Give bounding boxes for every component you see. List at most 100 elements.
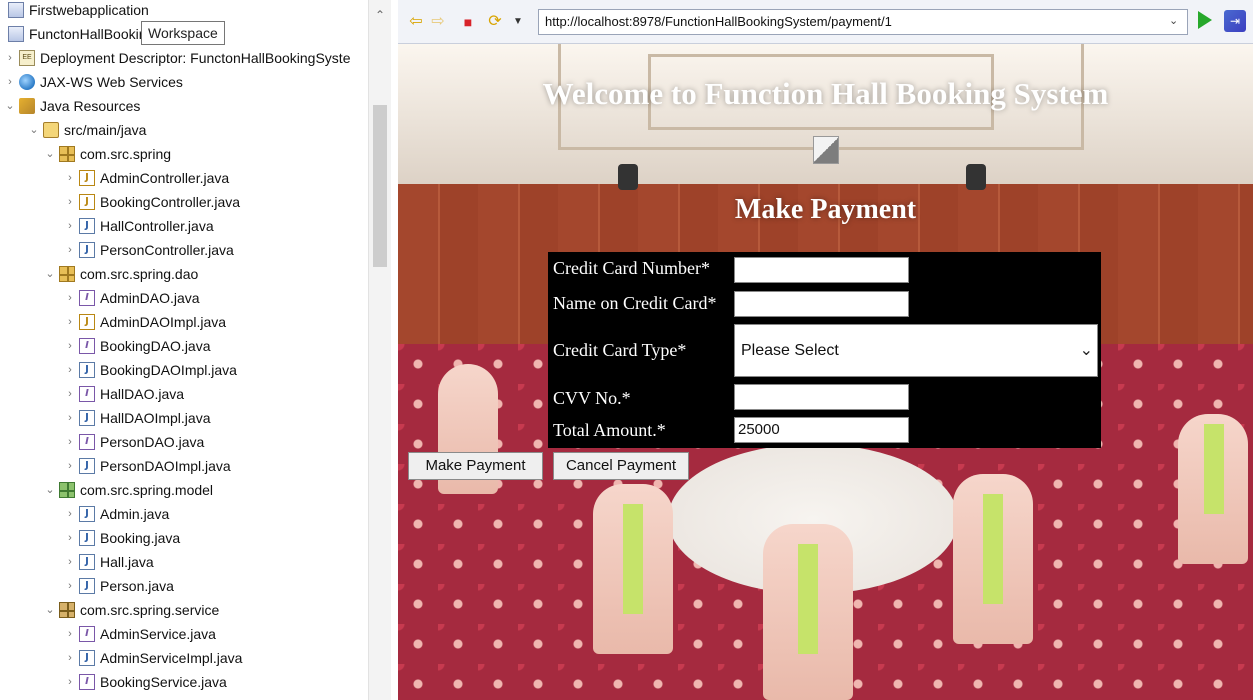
back-arrow-icon[interactable]: ⇦ — [406, 12, 426, 32]
chevron-right-icon[interactable]: › — [64, 382, 76, 406]
card-number-input[interactable] — [734, 257, 909, 283]
tree-item-label: BookingController.java — [100, 194, 241, 210]
tree-item-firstwebapplication[interactable]: Firstwebapplication — [8, 0, 149, 22]
chevron-right-icon[interactable]: › — [64, 574, 76, 598]
tree-item-label: Deployment Descriptor: FunctonHallBookin… — [40, 50, 351, 66]
tree-item-file[interactable]: › J AdminDAOImpl.java — [64, 310, 226, 334]
tree-item-label: AdminServiceImpl.java — [100, 650, 243, 666]
chevron-down-icon[interactable]: ⌄ — [44, 478, 56, 502]
tree-item-file[interactable]: › J BookingController.java — [64, 190, 240, 214]
chevron-down-icon[interactable]: ⌄ — [28, 118, 40, 142]
java-class-icon: J — [79, 218, 95, 234]
tree-item-package-spring[interactable]: ⌄ com.src.spring — [44, 142, 171, 166]
chevron-right-icon[interactable]: › — [64, 430, 76, 454]
tree-item-package-model[interactable]: ⌄ com.src.spring.model — [44, 478, 213, 502]
card-name-input[interactable] — [734, 291, 909, 317]
package-icon — [59, 146, 75, 162]
tree-item-file[interactable]: › J HallController.java — [64, 214, 214, 238]
tree-item-file[interactable]: › J PersonController.java — [64, 238, 234, 262]
chair-sash — [623, 504, 643, 614]
open-external-browser-icon[interactable]: ⇥ — [1224, 10, 1246, 32]
tree-item-file[interactable]: › J AdminController.java — [64, 166, 229, 190]
card-type-select[interactable]: Please Select ⌄ — [734, 324, 1098, 377]
chevron-down-icon[interactable]: ⌄ — [44, 262, 56, 286]
make-payment-button[interactable]: Make Payment — [408, 452, 543, 480]
tree-item-file[interactable]: › I HallDAO.java — [64, 382, 184, 406]
java-class-icon: J — [79, 362, 95, 378]
chevron-right-icon[interactable]: › — [64, 502, 76, 526]
url-input[interactable]: http://localhost:8978/FunctionHallBookin… — [538, 9, 1188, 35]
tree-item-java-resources[interactable]: ⌄ Java Resources — [4, 94, 140, 118]
project-icon — [8, 26, 24, 42]
tree-item-file[interactable]: › J AdminServiceImpl.java — [64, 646, 242, 670]
welcome-title: Welcome to Function Hall Booking System — [542, 76, 1109, 111]
tree-item-file[interactable]: › I PersonDAO.java — [64, 430, 204, 454]
chevron-right-icon[interactable]: › — [64, 166, 76, 190]
tree-item-package-service[interactable]: ⌄ com.src.spring.service — [44, 598, 219, 622]
tree-item-package-dao[interactable]: ⌄ com.src.spring.dao — [44, 262, 198, 286]
go-icon[interactable] — [1198, 11, 1212, 29]
tree-item-file[interactable]: › J PersonDAOImpl.java — [64, 454, 231, 478]
chevron-down-icon[interactable]: ⌄ — [44, 142, 56, 166]
scrollbar-thumb[interactable] — [373, 105, 387, 267]
java-class-icon: J — [79, 170, 95, 186]
forward-arrow-icon[interactable]: ⇨ — [428, 12, 448, 32]
chevron-right-icon[interactable]: › — [64, 646, 76, 670]
tree-item-deployment-descriptor[interactable]: › EE Deployment Descriptor: FunctonHallB… — [4, 46, 350, 70]
tree-item-label: Firstwebapplication — [29, 2, 149, 18]
refresh-icon[interactable]: ⟳ — [485, 12, 505, 32]
tree-item-file[interactable]: › I BookingDAO.java — [64, 334, 211, 358]
chevron-right-icon[interactable]: › — [64, 670, 76, 694]
tree-item-file[interactable]: › I AdminService.java — [64, 622, 216, 646]
tree-item-file[interactable]: › J Hall.java — [64, 550, 154, 574]
cancel-payment-button[interactable]: Cancel Payment — [553, 452, 689, 480]
tree-item-file[interactable]: › J Booking.java — [64, 526, 180, 550]
java-class-icon: J — [79, 650, 95, 666]
tree-item-label: Booking.java — [100, 530, 181, 546]
tree-item-label: src/main/java — [64, 122, 147, 138]
tree-item-src-main-java[interactable]: ⌄ src/main/java — [28, 118, 146, 142]
chevron-right-icon[interactable]: › — [64, 238, 76, 262]
workspace-tooltip: Workspace — [141, 21, 225, 45]
chevron-down-icon[interactable]: ⌄ — [4, 94, 16, 118]
chevron-down-icon[interactable]: ⌄ — [44, 598, 56, 622]
tree-item-file[interactable]: › J BookingDAOImpl.java — [64, 358, 237, 382]
chevron-right-icon[interactable]: › — [4, 70, 16, 94]
chevron-right-icon[interactable]: › — [64, 334, 76, 358]
chevron-right-icon[interactable]: › — [64, 454, 76, 478]
cvv-input[interactable] — [734, 384, 909, 410]
chevron-right-icon[interactable]: › — [64, 214, 76, 238]
tree-item-label: BookingService.java — [100, 674, 227, 690]
java-class-icon: J — [79, 410, 95, 426]
java-class-icon: J — [79, 242, 95, 258]
tree-item-label: AdminService.java — [100, 626, 216, 642]
tree-item-file[interactable]: › I AdminDAO.java — [64, 286, 200, 310]
chevron-right-icon[interactable]: › — [64, 406, 76, 430]
tree-item-jaxws[interactable]: › JAX-WS Web Services — [4, 70, 183, 94]
total-amount-input[interactable]: 25000 — [734, 417, 909, 443]
page-content: Welcome to Function Hall Booking System … — [398, 44, 1253, 700]
dropdown-arrow-icon[interactable]: ▼ — [508, 12, 528, 32]
chevron-right-icon[interactable]: › — [64, 550, 76, 574]
chevron-down-icon[interactable]: ⌄ — [1169, 14, 1178, 27]
chevron-right-icon[interactable]: › — [64, 622, 76, 646]
tree-item-file[interactable]: › I BookingService.java — [64, 670, 227, 694]
tree-item-label: HallController.java — [100, 218, 214, 234]
tree-item-file[interactable]: › J HallDAOImpl.java — [64, 406, 210, 430]
scroll-up-icon[interactable]: ⌃ — [369, 8, 391, 22]
chevron-right-icon[interactable]: › — [4, 46, 16, 70]
package-icon — [59, 266, 75, 282]
chevron-right-icon[interactable]: › — [64, 190, 76, 214]
chevron-right-icon[interactable]: › — [64, 358, 76, 382]
tree-item-label: Hall.java — [100, 554, 154, 570]
banquet-chair — [763, 524, 853, 700]
page-title: Make Payment — [734, 194, 917, 225]
tree-item-file[interactable]: › J Admin.java — [64, 502, 169, 526]
chevron-right-icon[interactable]: › — [64, 526, 76, 550]
tree-item-file[interactable]: › J Person.java — [64, 574, 174, 598]
stop-icon[interactable]: ■ — [458, 12, 478, 32]
total-amount-label: Total Amount.* — [553, 420, 666, 440]
explorer-scrollbar[interactable]: ⌃ — [368, 0, 391, 700]
chevron-right-icon[interactable]: › — [64, 310, 76, 334]
chevron-right-icon[interactable]: › — [64, 286, 76, 310]
